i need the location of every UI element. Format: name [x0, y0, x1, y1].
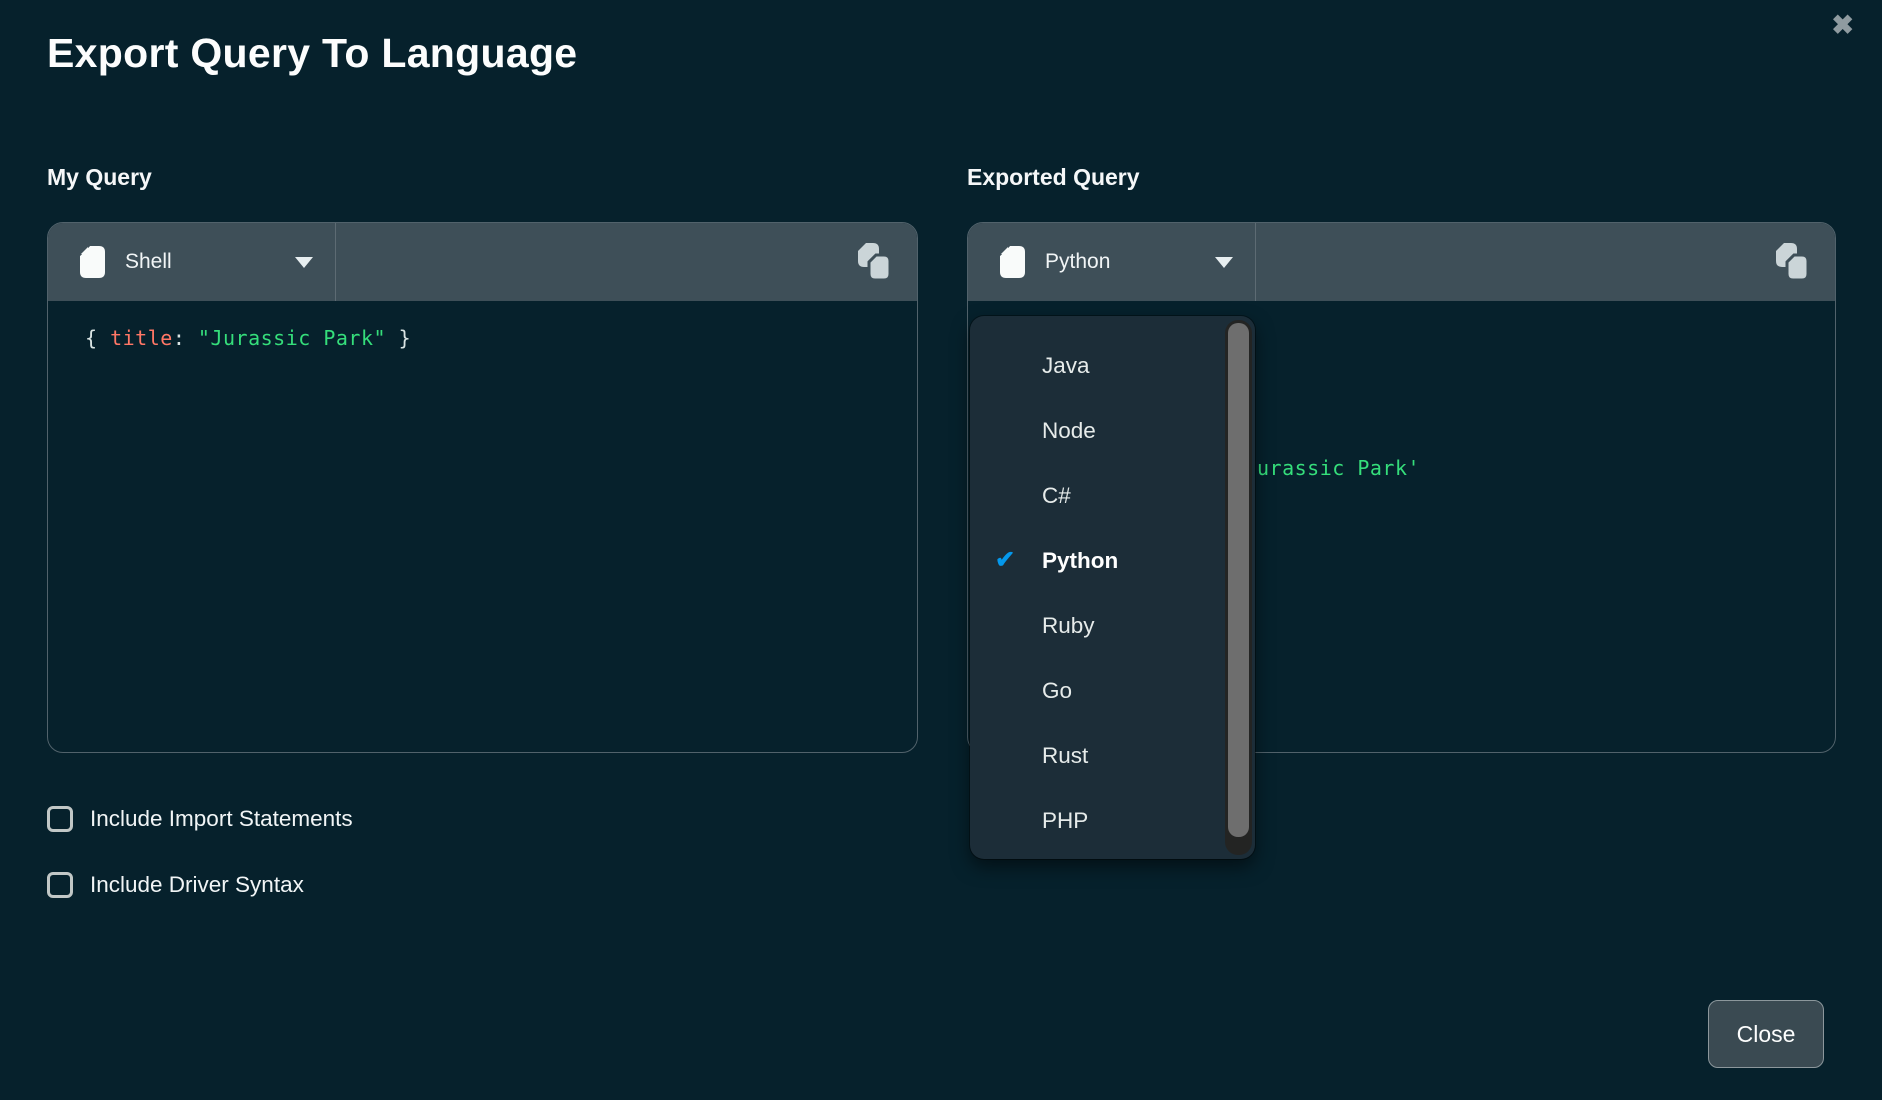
menu-item-label: C#: [1042, 483, 1071, 509]
include-driver-syntax-checkbox[interactable]: [47, 872, 73, 898]
my-query-language-dropdown[interactable]: Shell: [48, 223, 336, 301]
close-icon[interactable]: ✖: [1831, 12, 1854, 39]
include-driver-syntax-option: Include Driver Syntax: [47, 872, 304, 898]
include-import-statements-label: Include Import Statements: [90, 806, 353, 832]
menu-scrollbar-track[interactable]: [1225, 320, 1252, 855]
menu-item-php[interactable]: PHP: [970, 788, 1255, 853]
menu-item-csharp[interactable]: C#: [970, 463, 1255, 528]
checkmark-icon: ✔: [995, 545, 1015, 574]
file-icon: [1000, 246, 1025, 278]
exported-code-visible-fragment: urassic Park': [1257, 455, 1420, 482]
copy-exported-query-button[interactable]: [1774, 242, 1811, 282]
menu-item-label: Go: [1042, 678, 1072, 704]
menu-item-ruby[interactable]: Ruby: [970, 593, 1255, 658]
my-query-toolbar: Shell: [48, 223, 917, 301]
menu-item-label: PHP: [1042, 808, 1088, 834]
menu-item-label: Rust: [1042, 743, 1088, 769]
copy-my-query-button[interactable]: [856, 242, 893, 282]
exported-query-language-dropdown[interactable]: Python: [968, 223, 1256, 301]
close-button[interactable]: Close: [1708, 1000, 1824, 1068]
menu-item-label: Python: [1042, 548, 1118, 574]
menu-item-label: Java: [1042, 353, 1090, 379]
menu-scrollbar-thumb[interactable]: [1228, 323, 1249, 837]
include-driver-syntax-label: Include Driver Syntax: [90, 872, 304, 898]
chevron-down-icon: [295, 257, 313, 268]
toolbar-spacer: [336, 223, 856, 301]
my-query-code-editor[interactable]: { title: "Jurassic Park" }: [48, 301, 917, 753]
menu-item-java[interactable]: Java: [970, 333, 1255, 398]
exported-query-label: Exported Query: [967, 164, 1140, 191]
dialog-title: Export Query To Language: [47, 30, 577, 77]
menu-item-python[interactable]: ✔ Python: [970, 528, 1255, 593]
exported-query-language-value: Python: [1045, 250, 1110, 274]
menu-item-go[interactable]: Go: [970, 658, 1255, 723]
copy-icon: [856, 242, 893, 282]
language-menu: Java Node C# ✔ Python Ruby Go Rust PHP: [970, 316, 1255, 859]
menu-item-rust[interactable]: Rust: [970, 723, 1255, 788]
chevron-down-icon: [1215, 257, 1233, 268]
my-query-language-value: Shell: [125, 250, 172, 274]
menu-item-node[interactable]: Node: [970, 398, 1255, 463]
my-query-label: My Query: [47, 164, 152, 191]
exported-query-toolbar: Python: [968, 223, 1835, 301]
toolbar-spacer: [1256, 223, 1774, 301]
menu-item-label: Ruby: [1042, 613, 1095, 639]
copy-icon: [1774, 242, 1811, 282]
my-query-panel: Shell { title: "Jurassic Park" }: [47, 222, 918, 753]
file-icon: [80, 246, 105, 278]
export-query-dialog: Export Query To Language ✖ My Query Expo…: [0, 0, 1882, 1100]
include-import-statements-option: Include Import Statements: [47, 806, 353, 832]
code-line: { title: "Jurassic Park" }: [85, 326, 411, 350]
include-import-statements-checkbox[interactable]: [47, 806, 73, 832]
menu-item-label: Node: [1042, 418, 1096, 444]
